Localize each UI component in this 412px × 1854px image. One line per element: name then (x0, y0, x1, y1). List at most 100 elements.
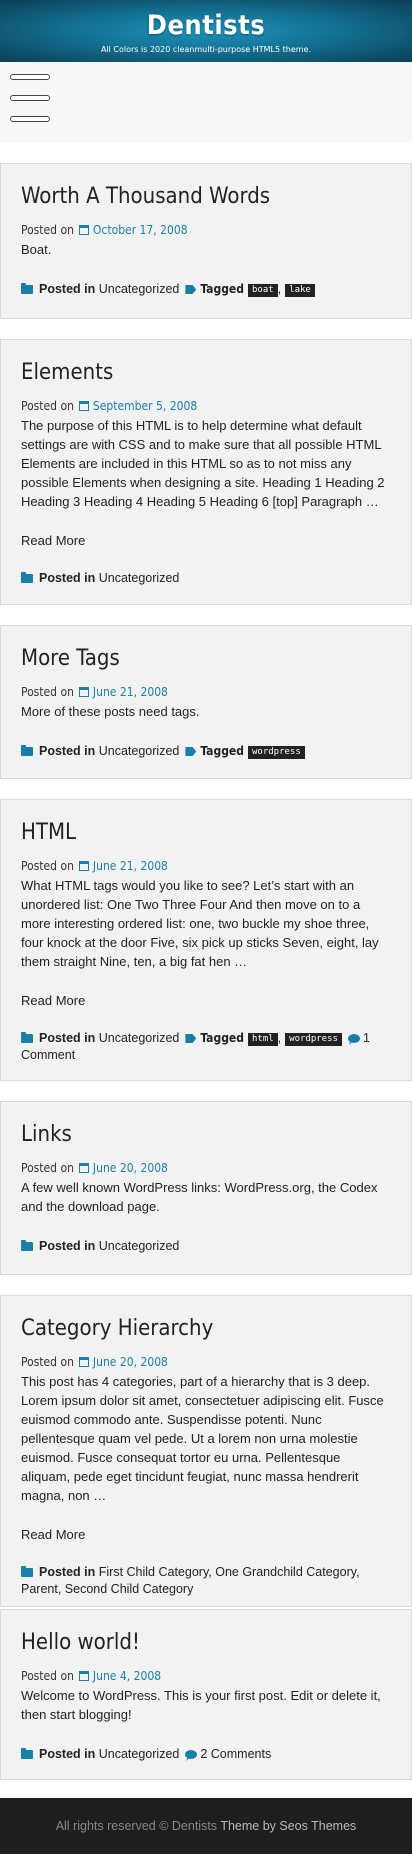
tag-icon (185, 285, 197, 294)
tag-link[interactable]: wordpress (285, 1033, 342, 1046)
post-category-hierarchy: Category Hierarchy Posted on June 20, 200… (0, 1295, 412, 1607)
folder-icon (21, 1032, 33, 1043)
category-link[interactable]: Parent (21, 1582, 58, 1596)
site-footer: All rights reserved © Dentists Theme by … (0, 1798, 412, 1854)
category-link[interactable]: Uncategorized (99, 571, 180, 585)
calendar-icon (78, 1163, 89, 1173)
post-excerpt: The purpose of this HTML is to help dete… (21, 418, 385, 509)
tag-link[interactable]: html (247, 1033, 278, 1046)
posted-on-label: Posted on (21, 685, 74, 699)
menu-toggle-bar-2[interactable] (10, 95, 50, 101)
post-hello-world: Hello world! Posted on June 4, 2008 Welco… (0, 1609, 412, 1780)
comment-icon (185, 1750, 198, 1759)
category-link[interactable]: Uncategorized (99, 282, 180, 296)
category-link[interactable]: Uncategorized (99, 744, 180, 758)
post-meta: Posted on September 5, 2008 (21, 398, 391, 414)
post-title[interactable]: More Tags (21, 644, 391, 674)
folder-icon (21, 1566, 33, 1577)
post-date[interactable]: June 20, 2008 (93, 1161, 168, 1175)
post-worth-a-thousand-words: Worth A Thousand Words Posted on October … (0, 163, 412, 319)
post-excerpt: Welcome to WordPress. This is your first… (21, 1688, 381, 1722)
post-date[interactable]: September 5, 2008 (93, 399, 197, 413)
posted-in-label: Posted in (39, 1565, 96, 1579)
posted-on-label: Posted on (21, 399, 74, 413)
tagged-label: Tagged (200, 1031, 244, 1045)
category-link[interactable]: Uncategorized (99, 1239, 180, 1253)
tagged-label: Tagged (200, 744, 244, 758)
tag-link[interactable]: lake (285, 284, 315, 297)
post-excerpt: A few well known WordPress links: WordPr… (21, 1180, 378, 1214)
post-links: Links Posted on June 20, 2008 A few well … (0, 1101, 412, 1275)
post-meta: Posted on June 21, 2008 (21, 858, 391, 874)
tagged-label: Tagged (200, 282, 244, 296)
post-footer: Posted in Uncategorized (21, 570, 391, 587)
read-more-link[interactable]: Read More (21, 993, 391, 1008)
footer-site-link[interactable]: Dentists (172, 1819, 217, 1833)
calendar-icon (78, 687, 89, 697)
post-elements: Elements Posted on September 5, 2008 The … (0, 339, 412, 605)
comment-icon (347, 1034, 360, 1043)
post-title[interactable]: Hello world! (21, 1628, 391, 1658)
post-footer: Posted in Uncategorized 2 Comments (21, 1746, 391, 1763)
post-footer: Posted in First Child Category, One Gran… (21, 1565, 360, 1596)
post-title[interactable]: Elements (21, 358, 391, 388)
theme-author-link[interactable]: Seos Themes (279, 1819, 356, 1833)
copyright-text: All rights reserved © (55, 1819, 169, 1833)
post-footer: Posted in Uncategorized Tagged boat, lake (21, 281, 391, 298)
category-link[interactable]: Second Child Category (65, 1582, 194, 1596)
folder-icon (21, 1240, 33, 1251)
posted-in-label: Posted in (39, 1747, 96, 1761)
post-footer: Posted in Uncategorized Tagged html, wordpr… (21, 1031, 370, 1062)
tag-icon (185, 747, 197, 756)
post-date[interactable]: June 4, 2008 (93, 1669, 161, 1683)
folder-icon (21, 572, 33, 583)
post-footer: Posted in Uncategorized (21, 1238, 391, 1255)
tag-link[interactable]: wordpress (247, 746, 305, 759)
post-date[interactable]: June 20, 2008 (93, 1355, 168, 1369)
post-more-tags: More Tags Posted on June 21, 2008 More of… (0, 625, 412, 779)
category-link[interactable]: Uncategorized (99, 1747, 180, 1761)
menu-toggle-bar-1[interactable] (10, 74, 50, 80)
post-meta: Posted on June 4, 2008 (21, 1668, 391, 1684)
folder-icon (21, 283, 33, 294)
category-link[interactable]: First Child Category (99, 1565, 209, 1579)
category-link[interactable]: One Grandchild Category (215, 1565, 356, 1579)
theme-by-label: Theme by (220, 1819, 276, 1833)
post-date[interactable]: October 17, 2008 (93, 223, 188, 237)
read-more-link[interactable]: Read More (21, 1527, 391, 1542)
posted-on-label: Posted on (21, 1161, 74, 1175)
calendar-icon (78, 401, 89, 411)
posted-in-label: Posted in (39, 282, 96, 296)
posted-in-label: Posted in (39, 571, 96, 585)
posted-in-label: Posted in (39, 1031, 96, 1045)
post-title[interactable]: HTML (21, 818, 391, 848)
calendar-icon (78, 1357, 89, 1367)
site-description: All Colors is 2020 cleanmulti-purpose HT… (100, 45, 312, 54)
post-title[interactable]: Links (21, 1120, 391, 1150)
calendar-icon (78, 225, 89, 235)
read-more-link[interactable]: Read More (21, 533, 391, 548)
post-title[interactable]: Worth A Thousand Words (21, 182, 391, 212)
site-title[interactable]: Dentists (0, 0, 412, 41)
post-date[interactable]: June 21, 2008 (93, 859, 168, 873)
comments-link[interactable]: 2 Comments (200, 1747, 271, 1761)
posted-on-label: Posted on (21, 1355, 74, 1369)
folder-icon (21, 1748, 33, 1759)
folder-icon (21, 745, 33, 756)
site-header: Dentists All Colors is 2020 cleanmulti-p… (0, 0, 412, 62)
post-excerpt: More of these posts need tags. (21, 704, 200, 719)
post-title[interactable]: Category Hierarchy (21, 1314, 391, 1344)
post-html: HTML Posted on June 21, 2008 What HTML ta… (0, 799, 412, 1081)
calendar-icon (78, 1671, 89, 1681)
menu-toggle-bar-3[interactable] (10, 116, 50, 122)
tag-link[interactable]: boat (247, 284, 278, 297)
post-excerpt: Boat. (21, 242, 52, 257)
post-meta: Posted on June 21, 2008 (21, 684, 391, 700)
posted-on-label: Posted on (21, 223, 74, 237)
post-footer: Posted in Uncategorized Tagged wordpress (21, 743, 391, 760)
post-date[interactable]: June 21, 2008 (93, 685, 168, 699)
posted-in-label: Posted in (39, 744, 96, 758)
posted-in-label: Posted in (39, 1239, 96, 1253)
category-link[interactable]: Uncategorized (99, 1031, 180, 1045)
post-excerpt: What HTML tags would you like to see? Le… (21, 878, 379, 969)
